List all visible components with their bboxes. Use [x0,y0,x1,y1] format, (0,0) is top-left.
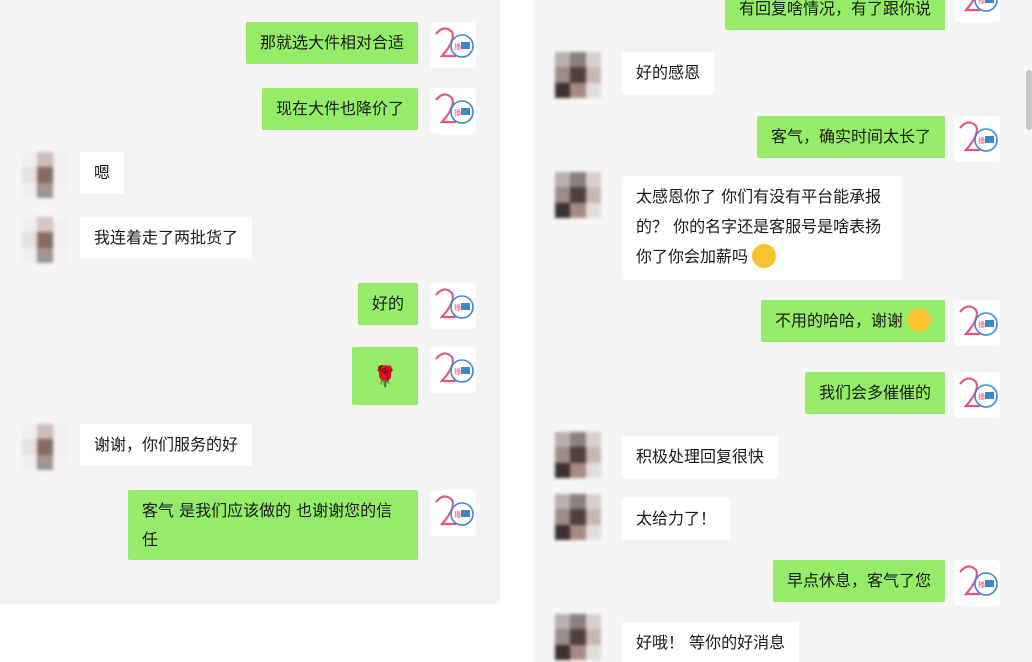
company-logo-avatar[interactable]: 播 [430,490,476,536]
svg-text:播: 播 [454,510,461,519]
blurred-user-avatar[interactable] [22,217,68,263]
thinking-face-icon [752,244,777,268]
blurred-user-avatar[interactable] [555,52,601,98]
message-bubble-me[interactable]: 现在大件也降价了 [261,88,418,130]
rose-emoji-message[interactable]: 🌹 [352,347,418,405]
svg-text:播: 播 [978,0,985,5]
message-bubble-me[interactable]: 好的 [357,283,418,325]
blurred-user-avatar[interactable] [22,152,68,198]
message-bubble-other[interactable]: 太感恩你了 你们有没有平台能承报的？ 你的名字还是客服号是啥表扬你了你会加薪吗 [622,176,901,280]
left-chat-panel: 那就选大件相对合适 播 现在大件也降价了 播 嗯 我连着走了两批货了 好的 播 … [0,0,500,604]
svg-text:播: 播 [454,303,461,312]
message-bubble-me[interactable]: 客气 是我们应该做的 也谢谢您的信任 [128,490,418,560]
message-text: 不用的哈哈，谢谢 [774,311,903,330]
company-logo-avatar[interactable]: 播 [430,283,476,329]
svg-text:播: 播 [454,367,461,376]
svg-text:播: 播 [978,136,985,145]
message-bubble-other[interactable]: 积极处理回复很快 [622,436,779,478]
blurred-user-avatar[interactable] [555,494,601,540]
message-bubble-other[interactable]: 我连着走了两批货了 [80,217,253,259]
scrollbar[interactable] [1026,70,1032,130]
message-bubble-me[interactable]: 那就选大件相对合适 [245,22,418,64]
message-bubble-other[interactable]: 谢谢，你们服务的好 [80,424,253,466]
message-bubble-other[interactable]: 太给力了！ [622,498,731,540]
message-bubble-me[interactable]: 不用的哈哈，谢谢 [760,300,945,342]
company-logo-avatar[interactable]: 播 [954,560,1000,606]
message-bubble-me[interactable]: 有回复啥情况，有了跟你说 [724,0,945,30]
svg-text:播: 播 [454,42,461,51]
svg-text:播: 播 [978,320,985,329]
blurred-user-avatar[interactable] [22,424,68,470]
blurred-user-avatar[interactable] [555,432,601,478]
message-bubble-me[interactable]: 早点休息，客气了您 [772,560,945,602]
message-bubble-other[interactable]: 好的感恩 [622,52,715,94]
message-bubble-other[interactable]: 好哦！ 等你的好消息 [622,622,800,662]
message-bubble-other[interactable]: 嗯 [80,152,125,194]
blurred-user-avatar[interactable] [555,614,601,660]
svg-text:播: 播 [454,108,461,117]
company-logo-avatar[interactable]: 播 [430,88,476,134]
company-logo-avatar[interactable]: 播 [954,300,1000,346]
svg-text:播: 播 [978,392,985,401]
blurred-user-avatar[interactable] [555,172,601,218]
company-logo-avatar[interactable]: 播 [430,347,476,393]
company-logo-avatar[interactable]: 播 [954,372,1000,418]
right-chat-panel: 有回复啥情况，有了跟你说 播 好的感恩 客气，确实时间太长了 播 太感恩你了 你… [533,0,1032,662]
company-logo-avatar[interactable]: 播 [954,116,1000,162]
winking-tongue-face-icon [907,308,931,332]
message-bubble-me[interactable]: 我们会多催催的 [804,372,945,414]
company-logo-avatar[interactable]: 播 [430,22,476,68]
company-logo-avatar[interactable]: 播 [954,0,1000,22]
message-bubble-me[interactable]: 客气，确实时间太长了 [756,116,945,158]
svg-text:播: 播 [978,580,985,589]
